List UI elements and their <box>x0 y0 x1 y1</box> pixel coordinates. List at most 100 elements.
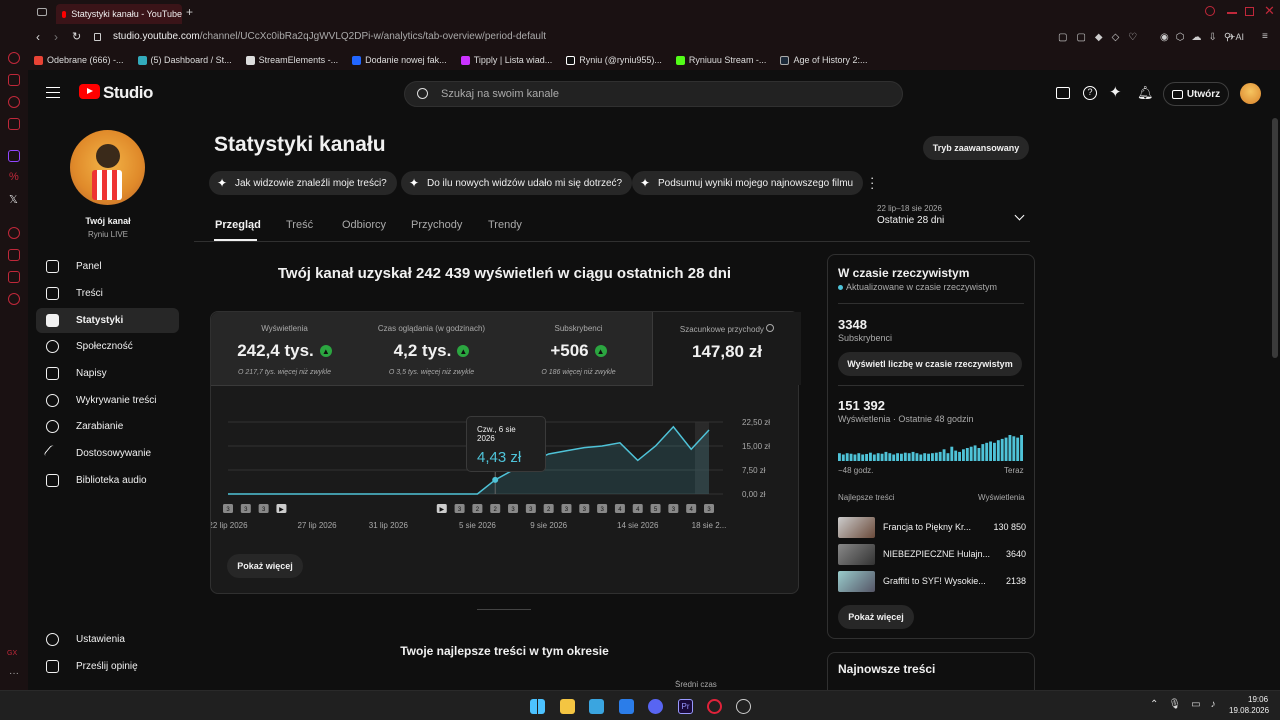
realtime-item[interactable]: Francja to Piękny Kr... 130 850 <box>838 517 1026 539</box>
tooltip: Czw., 6 sie 2026 4,43 zł <box>466 416 546 472</box>
realtime-item[interactable]: NIEBEZPIECZNE Hulajn... 3640 <box>838 544 1026 566</box>
channel-avatar[interactable] <box>70 130 145 205</box>
bookmark-tiktok[interactable]: Ryniu (@ryniu955)... <box>566 55 662 65</box>
nav-item-spolecznosc[interactable]: Społeczność <box>36 334 179 359</box>
youtube-logo-icon[interactable] <box>79 84 100 99</box>
metric-watch-time[interactable]: Czas oglądania (w godzinach) 4,2 tys. ▲ O… <box>358 312 506 385</box>
chip-discovery[interactable]: ✦ Jak widzowie znaleźli moje treści? <box>209 171 397 195</box>
reload-icon[interactable]: ↻ <box>72 30 81 43</box>
url-path: /channel/UCcXc0ibRa2qJgWVLQ2DPi-w/analyt… <box>199 31 546 42</box>
nav-item-opinia[interactable]: Prześlij opinię <box>36 654 179 679</box>
ai-icon[interactable]: ✈AI <box>1228 32 1244 43</box>
discord-icon[interactable] <box>648 699 663 714</box>
cube-icon[interactable] <box>8 271 20 283</box>
settings-icon[interactable] <box>8 293 20 305</box>
tab-przychody[interactable]: Przychody <box>411 219 462 231</box>
x-icon[interactable]: 𝕏 <box>9 193 18 206</box>
close-window-icon[interactable]: ✕ <box>1264 3 1275 19</box>
realtime-show-more-button[interactable]: Pokaż więcej <box>838 605 914 629</box>
messenger-icon[interactable] <box>8 96 20 108</box>
extensions-icons-2[interactable]: ◉⬡☁⇩⚲ <box>1160 32 1238 43</box>
url-text[interactable]: studio.youtube.com/channel/UCcXc0ibRa2qJ… <box>113 31 546 42</box>
nav-item-tresci[interactable]: Treści <box>36 281 179 306</box>
opera-gx-icon[interactable] <box>707 699 722 714</box>
divider <box>838 385 1024 386</box>
metric-views[interactable]: Wyświetlenia 242,4 tys. ▲ O 217,7 tys. wi… <box>211 312 359 385</box>
calculator-icon[interactable] <box>619 699 634 714</box>
bookmark-faktura[interactable]: Dodanie nowej fak... <box>352 55 447 65</box>
bookmark-streamelements[interactable]: StreamElements -... <box>245 55 338 65</box>
search-tabs-icon[interactable] <box>1205 6 1215 16</box>
ai-sparkle-icon[interactable]: ✦ <box>1109 83 1122 101</box>
nav-item-napisy[interactable]: Napisy <box>36 361 179 386</box>
app-icon[interactable] <box>736 699 751 714</box>
photos-icon[interactable] <box>589 699 604 714</box>
nav-item-dostosowywanie[interactable]: Dostosowywanie <box>36 441 179 466</box>
tab-odbiorcy[interactable]: Odbiorcy <box>342 219 386 231</box>
create-button[interactable]: Utwórz <box>1163 82 1229 106</box>
arrow-up-icon: ▲ <box>457 345 470 357</box>
percent-icon[interactable]: % <box>9 171 19 183</box>
nav-item-zarabianie[interactable]: Zarabianie <box>36 414 179 439</box>
more-icon[interactable]: ··· <box>9 668 19 679</box>
bookmark-kick[interactable]: Ryniuuu Stream -... <box>675 55 766 65</box>
bookmark-gmail[interactable]: Odebrane (666) -... <box>34 55 124 65</box>
metric-subscribers[interactable]: Subskrybenci +506 ▲ O 186 więcej niż zwyk… <box>505 312 653 385</box>
search-input[interactable]: Szukaj na swoim kanale <box>404 81 903 107</box>
audio-library-icon <box>46 474 59 487</box>
bell-icon[interactable]: 🔔︎ <box>1137 85 1154 101</box>
bookmark-dashboard[interactable]: (5) Dashboard / St... <box>137 55 232 65</box>
help-icon[interactable]: ? <box>1083 86 1097 100</box>
windows-start-icon[interactable] <box>530 699 545 714</box>
page-scrollbar[interactable] <box>1272 118 1278 358</box>
bookmark-steam[interactable]: Age of History 2:... <box>780 55 867 65</box>
item-views: 130 850 <box>993 522 1026 532</box>
show-more-button[interactable]: Pokaż więcej <box>227 554 303 578</box>
advanced-mode-button[interactable]: Tryb zaawansowany <box>923 136 1029 160</box>
tray-icons[interactable]: ⌃🎙︎▭♪ <box>1150 699 1226 710</box>
back-icon[interactable]: ‹ <box>36 30 40 44</box>
vk-icon[interactable] <box>8 118 20 130</box>
chip-summary[interactable]: ✦ Podsumuj wyniki mojego najnowszego film… <box>632 171 864 195</box>
period-selector[interactable]: 22 lip–18 sie 2026 Ostatnie 28 dni <box>877 204 1027 232</box>
realtime-count-button[interactable]: Wyświetl liczbę w czasie rzeczywistym <box>838 352 1022 376</box>
chip-new-viewers[interactable]: ✦ Do ilu nowych widzów udało mi się dotrz… <box>401 171 633 195</box>
forward-icon[interactable]: › <box>54 30 58 44</box>
file-explorer-icon[interactable] <box>560 699 575 714</box>
history-icon[interactable] <box>8 52 20 64</box>
browser-tab[interactable]: Statystyki kanału - YouTube <box>56 4 182 24</box>
gx-icon[interactable]: GX <box>7 650 17 657</box>
realtime-item[interactable]: Graffiti to SYF! Wysokie... 2138 <box>838 571 1026 593</box>
tab-tresc[interactable]: Treść <box>286 219 313 231</box>
nav-item-panel[interactable]: Panel <box>36 254 179 279</box>
twitch-icon[interactable] <box>8 150 20 162</box>
nav-item-biblioteka[interactable]: Biblioteka audio <box>36 468 179 493</box>
premiere-icon[interactable]: Pr <box>678 699 693 714</box>
minimize-icon[interactable] <box>1227 12 1237 14</box>
menu-icon[interactable]: ≡ <box>1262 31 1268 42</box>
feedback-icon[interactable] <box>1056 87 1070 99</box>
tab-grid-icon[interactable] <box>37 8 47 16</box>
metric-sub: O 3,5 tys. więcej niż zwykle <box>388 369 475 376</box>
bookmark-tipply[interactable]: Tipply | Lista wiad... <box>460 55 552 65</box>
clock-icon[interactable] <box>8 227 20 239</box>
maximize-icon[interactable] <box>1245 7 1254 16</box>
hamburger-icon[interactable] <box>46 87 60 98</box>
tab-trendy[interactable]: Trendy <box>488 219 522 231</box>
nav-item-ustawienia[interactable]: Ustawienia <box>36 627 179 652</box>
flow-icon[interactable] <box>8 74 20 86</box>
studio-sidebar: Twój kanał Ryniu LIVE Panel Treści Staty… <box>28 118 194 690</box>
chart-y-tick-label: 22,50 zł <box>742 418 770 427</box>
download-icon[interactable] <box>8 249 20 261</box>
metric-revenue[interactable]: Szacunkowe przychody 147,80 zł <box>653 312 801 385</box>
new-tab-icon[interactable]: + <box>186 5 193 19</box>
avatar[interactable] <box>1240 83 1261 104</box>
realtime-bar <box>876 453 880 461</box>
thumbnail <box>838 517 875 538</box>
nav-item-wykrywanie[interactable]: Wykrywanie treści <box>36 388 179 413</box>
nav-item-statystyki[interactable]: Statystyki <box>36 308 179 333</box>
extensions-icons[interactable]: ▢▢◆◇♡ <box>1058 32 1146 43</box>
tab-przeglad[interactable]: Przegląd <box>215 219 261 231</box>
clock-time: 19:06 <box>1248 695 1269 704</box>
more-vert-icon[interactable]: · · · <box>870 171 874 194</box>
